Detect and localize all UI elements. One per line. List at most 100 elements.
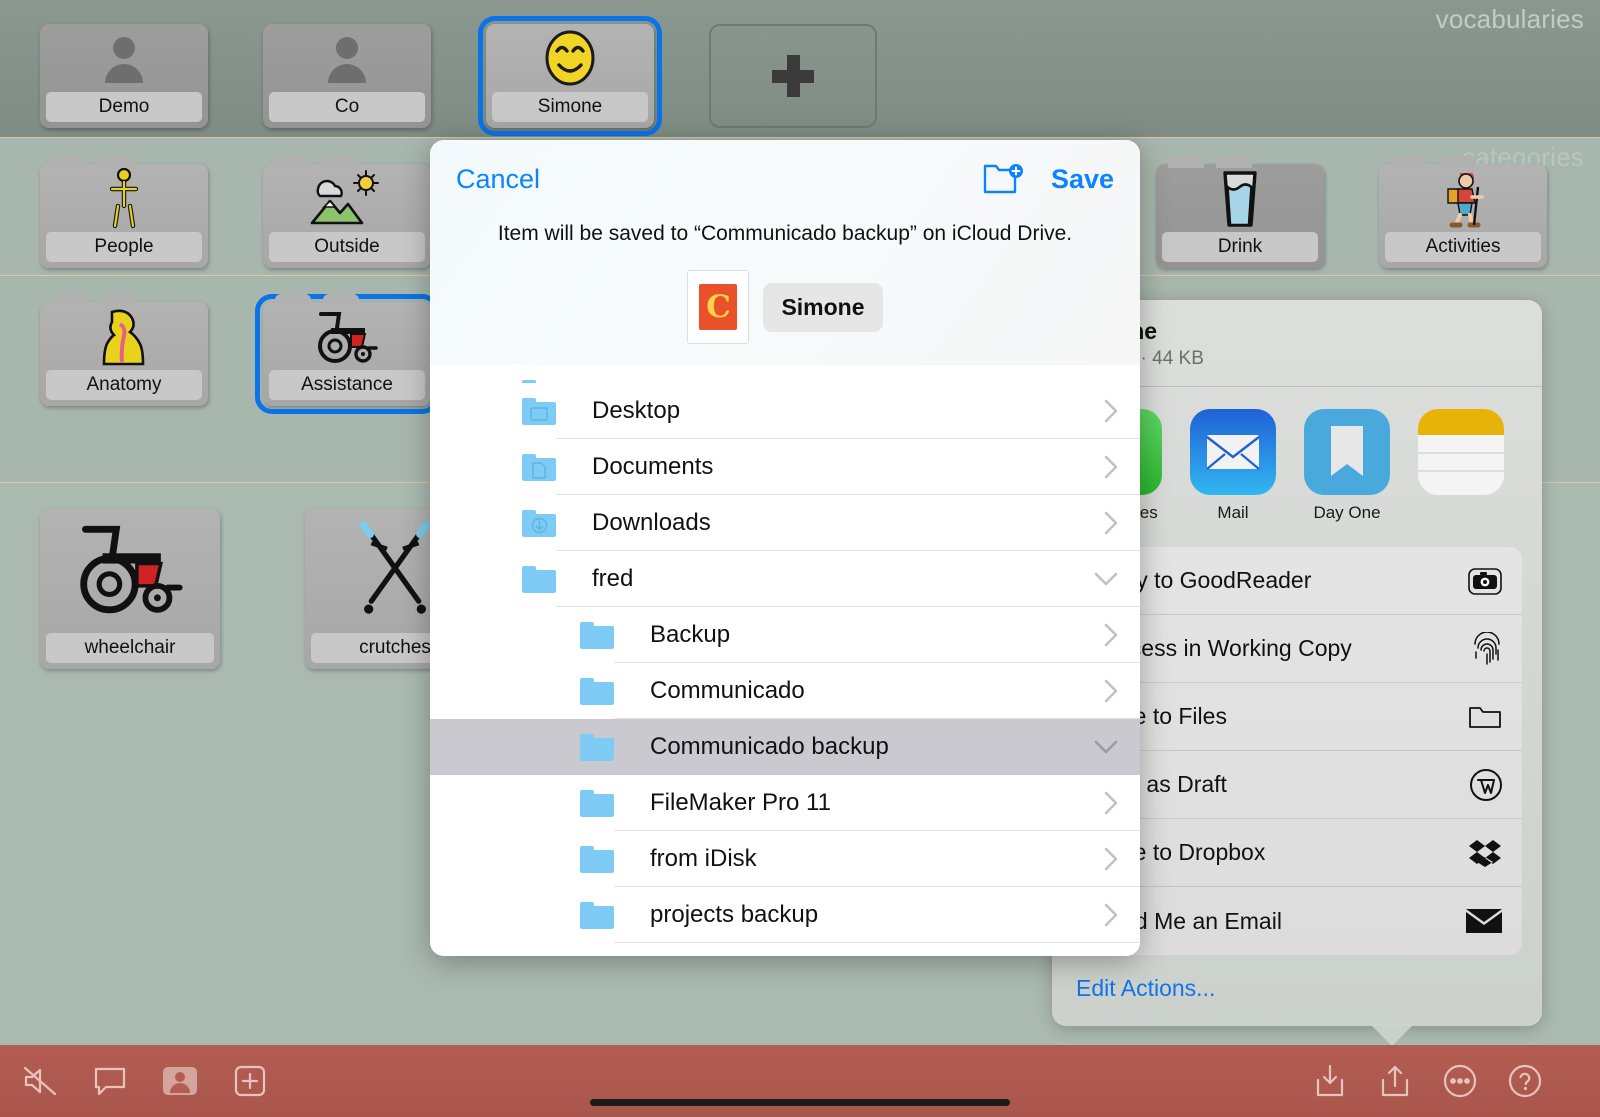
tile-people[interactable]: People bbox=[40, 156, 208, 268]
fingerprint-icon bbox=[1472, 631, 1502, 666]
chevron-right-icon[interactable] bbox=[1104, 903, 1118, 927]
file-name: Downloads bbox=[592, 509, 711, 536]
speech-bubble-icon[interactable] bbox=[88, 1059, 132, 1103]
save-button[interactable]: Save bbox=[1051, 164, 1114, 195]
dialog-item-preview: C Simone bbox=[430, 270, 1140, 344]
list-item[interactable]: Downloads bbox=[430, 495, 1140, 551]
chevron-right-icon[interactable] bbox=[1104, 399, 1118, 423]
wheelchair-icon bbox=[263, 304, 431, 368]
list-item-partial-bottom[interactable] bbox=[430, 943, 1140, 956]
tile-label: Activities bbox=[1385, 232, 1541, 262]
hiker-icon bbox=[1379, 166, 1547, 230]
throat-anatomy-icon bbox=[40, 304, 208, 368]
chevron-right-icon[interactable] bbox=[1104, 679, 1118, 703]
chevron-down-icon[interactable] bbox=[1094, 572, 1118, 586]
folder-desktop-icon bbox=[522, 397, 556, 425]
chevron-right-icon[interactable] bbox=[1104, 791, 1118, 815]
add-square-icon[interactable] bbox=[228, 1059, 272, 1103]
bottom-toolbar bbox=[0, 1045, 1600, 1117]
folder-icon bbox=[1468, 703, 1502, 731]
share-app-label: Day One bbox=[1313, 503, 1381, 522]
tile-label: Anatomy bbox=[46, 370, 202, 400]
add-vocabulary-button[interactable] bbox=[709, 24, 877, 128]
file-name: Communicado backup bbox=[650, 733, 889, 760]
list-item-selected[interactable]: Communicado backup bbox=[430, 719, 1140, 775]
more-icon[interactable] bbox=[1438, 1059, 1482, 1103]
tile-label: Demo bbox=[46, 92, 202, 122]
folder-icon bbox=[580, 845, 614, 873]
cancel-button[interactable]: Cancel bbox=[456, 164, 540, 195]
tile-label: Drink bbox=[1162, 232, 1318, 262]
tile-co[interactable]: Co bbox=[263, 24, 431, 128]
file-name: FileMaker Pro 11 bbox=[650, 789, 831, 816]
share-icon[interactable] bbox=[1373, 1059, 1417, 1103]
tile-drink[interactable]: Drink bbox=[1156, 156, 1324, 268]
file-name: Communicado bbox=[650, 677, 805, 704]
share-app-mail[interactable]: Mail bbox=[1190, 409, 1276, 523]
wordpress-icon bbox=[1470, 768, 1502, 801]
chevron-right-icon[interactable] bbox=[1104, 847, 1118, 871]
folder-icon bbox=[580, 677, 614, 705]
list-item[interactable]: FileMaker Pro 11 bbox=[430, 775, 1140, 831]
smiley-face-icon bbox=[486, 26, 654, 90]
file-name: from iDisk bbox=[650, 845, 757, 872]
chevron-down-icon[interactable] bbox=[1094, 740, 1118, 754]
tile-label: Assistance bbox=[269, 370, 425, 400]
dialog-header: Cancel Save Item will be saved to “Commu… bbox=[430, 140, 1140, 365]
contact-card-icon[interactable] bbox=[158, 1059, 202, 1103]
item-name-field[interactable]: Simone bbox=[763, 282, 883, 332]
list-item[interactable]: Desktop bbox=[430, 383, 1140, 439]
share-sheet-pointer bbox=[1370, 1024, 1414, 1046]
dropbox-icon bbox=[1468, 838, 1502, 868]
list-item[interactable]: fred bbox=[430, 551, 1140, 607]
mail-app-icon bbox=[1190, 409, 1276, 495]
new-folder-icon[interactable] bbox=[983, 162, 1025, 196]
document-thumbnail: C bbox=[687, 270, 750, 344]
day-one-app-icon bbox=[1304, 409, 1390, 495]
share-app-notes[interactable] bbox=[1418, 409, 1504, 523]
dialog-toolbar: Cancel Save bbox=[430, 140, 1140, 196]
tile-wheelchair[interactable]: wheelchair bbox=[40, 509, 220, 669]
tile-label: wheelchair bbox=[46, 633, 214, 663]
file-browser-list[interactable]: Desktop Documents Downloads fred Backup … bbox=[430, 365, 1140, 956]
file-name: fred bbox=[592, 565, 634, 592]
list-item[interactable]: Documents bbox=[430, 439, 1140, 495]
folder-downloads-icon bbox=[522, 509, 556, 537]
chevron-right-icon[interactable] bbox=[1104, 455, 1118, 479]
edit-actions-button[interactable]: Edit Actions... bbox=[1052, 955, 1542, 1026]
tile-anatomy[interactable]: Anatomy bbox=[40, 294, 208, 406]
download-icon[interactable] bbox=[1308, 1059, 1352, 1103]
home-indicator[interactable] bbox=[590, 1099, 1010, 1106]
folder-icon bbox=[522, 565, 556, 593]
tile-label: People bbox=[46, 232, 202, 262]
vocabularies-row: vocabularies Demo Co Simone bbox=[0, 0, 1600, 138]
landscape-weather-icon bbox=[263, 166, 431, 230]
chevron-right-icon[interactable] bbox=[1104, 511, 1118, 535]
folder-documents-icon bbox=[522, 453, 556, 481]
chevron-right-icon[interactable] bbox=[1104, 623, 1118, 647]
help-icon[interactable] bbox=[1503, 1059, 1547, 1103]
share-app-day-one[interactable]: Day One bbox=[1304, 409, 1390, 523]
list-item[interactable]: Communicado bbox=[430, 663, 1140, 719]
person-standing-icon bbox=[40, 166, 208, 230]
tile-demo[interactable]: Demo bbox=[40, 24, 208, 128]
tile-simone[interactable]: Simone bbox=[478, 16, 662, 136]
share-item-title: Simone bbox=[1074, 318, 1520, 345]
person-silhouette-icon bbox=[40, 26, 208, 90]
list-item[interactable]: Backup bbox=[430, 607, 1140, 663]
file-name: Documents bbox=[592, 453, 714, 480]
tile-outside[interactable]: Outside bbox=[263, 156, 431, 268]
list-item[interactable]: projects backup bbox=[430, 887, 1140, 943]
tile-activities[interactable]: Activities bbox=[1379, 156, 1547, 268]
save-to-files-dialog: Cancel Save Item will be saved to “Commu… bbox=[430, 140, 1140, 956]
share-app-label: Mail bbox=[1217, 503, 1249, 522]
file-name: projects backup bbox=[650, 901, 819, 928]
tile-assistance[interactable]: Assistance bbox=[255, 294, 439, 414]
list-item[interactable]: from iDisk bbox=[430, 831, 1140, 887]
screen: vocabularies Demo Co Simone categories P… bbox=[0, 0, 1600, 1117]
mute-icon[interactable] bbox=[18, 1059, 62, 1103]
row-label-vocabularies: vocabularies bbox=[1435, 4, 1584, 34]
communicado-document-icon: C bbox=[699, 284, 738, 330]
tile-label: Simone bbox=[492, 92, 648, 122]
dialog-message: Item will be saved to “Communicado backu… bbox=[497, 222, 1073, 245]
